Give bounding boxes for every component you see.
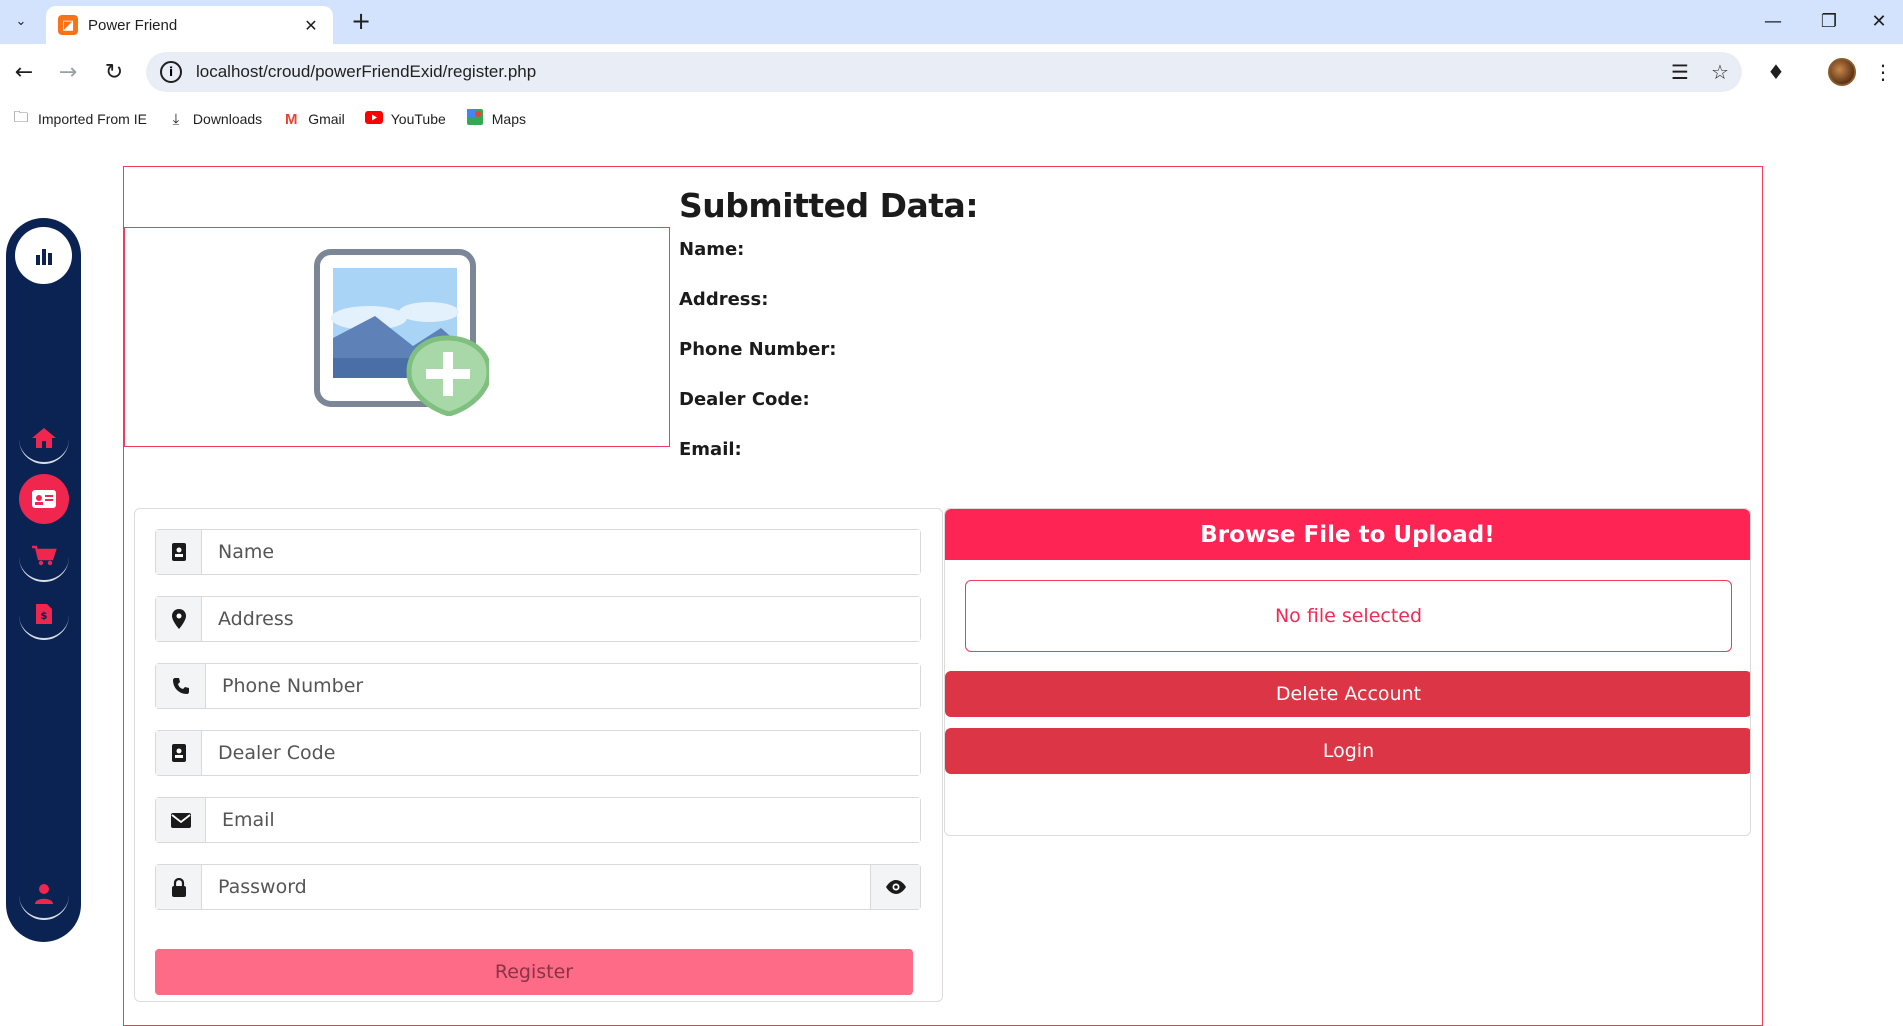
sidebar-item-register[interactable] bbox=[19, 474, 69, 524]
bookmark-maps[interactable]: Maps bbox=[466, 109, 526, 129]
phone-input[interactable] bbox=[206, 664, 920, 708]
close-tab-icon[interactable]: ✕ bbox=[301, 16, 321, 35]
site-info-icon[interactable]: i bbox=[160, 61, 182, 83]
id-card-icon bbox=[32, 490, 56, 508]
add-image-icon bbox=[314, 249, 489, 416]
phone-icon bbox=[156, 664, 206, 708]
window-close-icon[interactable]: ✕ bbox=[1856, 6, 1902, 36]
file-status-text: No file selected bbox=[1274, 605, 1423, 627]
upload-panel: Browse File to Upload! No file selected … bbox=[944, 508, 1751, 836]
restore-icon[interactable]: ❐ bbox=[1806, 6, 1852, 36]
bookmark-label: Gmail bbox=[308, 111, 345, 127]
password-input[interactable] bbox=[202, 865, 870, 909]
sidebar-item-cart[interactable] bbox=[19, 532, 69, 582]
avatar bbox=[1828, 58, 1856, 86]
location-pin-icon bbox=[156, 597, 202, 641]
url-text[interactable]: localhost/croud/powerFriendExid/register… bbox=[196, 62, 1662, 82]
profile-button[interactable] bbox=[1824, 54, 1860, 90]
tab-title: Power Friend bbox=[88, 16, 178, 34]
submitted-data-panel: Submitted Data: Name: Address: Phone Num… bbox=[679, 186, 1279, 489]
forward-icon[interactable]: → bbox=[50, 54, 86, 90]
translate-icon[interactable]: ☰ bbox=[1662, 54, 1698, 90]
cart-icon bbox=[32, 545, 57, 566]
youtube-icon bbox=[364, 110, 383, 128]
name-field bbox=[155, 529, 921, 575]
submitted-name-label: Name: bbox=[679, 239, 745, 260]
file-select-box[interactable]: No file selected bbox=[965, 580, 1732, 652]
delete-account-button[interactable]: Delete Account bbox=[945, 671, 1750, 717]
svg-text:$: $ bbox=[41, 611, 48, 622]
email-input[interactable] bbox=[206, 798, 920, 842]
reload-icon[interactable]: ↻ bbox=[96, 54, 132, 90]
maps-icon bbox=[466, 109, 484, 129]
password-field bbox=[155, 864, 921, 910]
extensions-icon[interactable]: ♦ bbox=[1758, 54, 1794, 90]
user-icon bbox=[35, 884, 53, 904]
address-field bbox=[155, 596, 921, 642]
sidebar: $ bbox=[6, 218, 81, 942]
bookmark-youtube[interactable]: YouTube bbox=[364, 110, 446, 128]
download-icon: ⤓ bbox=[172, 110, 180, 128]
bookmark-star-icon[interactable]: ☆ bbox=[1702, 54, 1738, 90]
login-button[interactable]: Login bbox=[945, 728, 1750, 774]
eye-icon[interactable] bbox=[870, 865, 920, 909]
sidebar-item-profile[interactable] bbox=[19, 870, 69, 920]
id-badge-icon bbox=[156, 731, 202, 775]
site-favicon-icon: ◪ bbox=[58, 15, 78, 35]
upload-header: Browse File to Upload! bbox=[945, 509, 1750, 560]
dealer-code-input[interactable] bbox=[202, 731, 920, 775]
bar-chart-icon bbox=[35, 248, 52, 265]
address-input[interactable] bbox=[202, 597, 920, 641]
dealer-code-field bbox=[155, 730, 921, 776]
bookmark-gmail[interactable]: M Gmail bbox=[282, 111, 345, 128]
envelope-icon bbox=[156, 798, 206, 842]
minimize-icon[interactable]: — bbox=[1750, 6, 1796, 36]
menu-kebab-icon[interactable]: ⋮ bbox=[1870, 54, 1896, 90]
invoice-icon: $ bbox=[36, 604, 52, 624]
submitted-address-label: Address: bbox=[679, 289, 769, 310]
folder-icon: 🗀 bbox=[13, 108, 29, 126]
address-bar[interactable]: i localhost/croud/powerFriendExid/regist… bbox=[146, 52, 1742, 92]
bookmark-imported[interactable]: 🗀 Imported From IE bbox=[12, 107, 147, 132]
submitted-heading: Submitted Data: bbox=[679, 186, 979, 225]
back-icon[interactable]: ← bbox=[6, 54, 42, 90]
page-content: $ Submitted Data: Name: Address: Phone N… bbox=[0, 136, 1903, 1026]
submitted-email-label: Email: bbox=[679, 439, 742, 460]
sidebar-item-home[interactable] bbox=[19, 414, 69, 464]
image-preview-box[interactable] bbox=[124, 227, 670, 447]
bookmark-label: Maps bbox=[491, 111, 526, 127]
registration-form: Register bbox=[134, 508, 943, 1002]
id-badge-icon bbox=[156, 530, 202, 574]
lock-icon bbox=[156, 865, 202, 909]
phone-field bbox=[155, 663, 921, 709]
browser-toolbar: ← → ↻ i localhost/croud/powerFriendExid/… bbox=[0, 44, 1903, 102]
tab-search-icon[interactable]: ⌄ bbox=[8, 8, 34, 34]
register-button[interactable]: Register bbox=[155, 949, 913, 995]
sidebar-item-invoice[interactable]: $ bbox=[19, 590, 69, 640]
browser-tab-strip: ⌄ ◪ Power Friend ✕ + — ❐ ✕ bbox=[0, 0, 1903, 44]
gmail-icon: M bbox=[284, 110, 298, 128]
bookmark-label: Imported From IE bbox=[38, 111, 147, 127]
bookmarks-bar: 🗀 Imported From IE ⤓ Downloads M Gmail Y… bbox=[0, 102, 1903, 136]
name-input[interactable] bbox=[202, 530, 920, 574]
submitted-dealer-label: Dealer Code: bbox=[679, 389, 810, 410]
bookmark-label: YouTube bbox=[390, 111, 446, 127]
bookmark-downloads[interactable]: ⤓ Downloads bbox=[167, 110, 263, 128]
sidebar-item-dashboard[interactable] bbox=[15, 227, 72, 284]
home-icon bbox=[32, 428, 56, 448]
email-field bbox=[155, 797, 921, 843]
bookmark-label: Downloads bbox=[192, 111, 263, 127]
browser-tab[interactable]: ◪ Power Friend ✕ bbox=[46, 6, 333, 44]
submitted-phone-label: Phone Number: bbox=[679, 339, 837, 360]
new-tab-icon[interactable]: + bbox=[346, 6, 376, 36]
